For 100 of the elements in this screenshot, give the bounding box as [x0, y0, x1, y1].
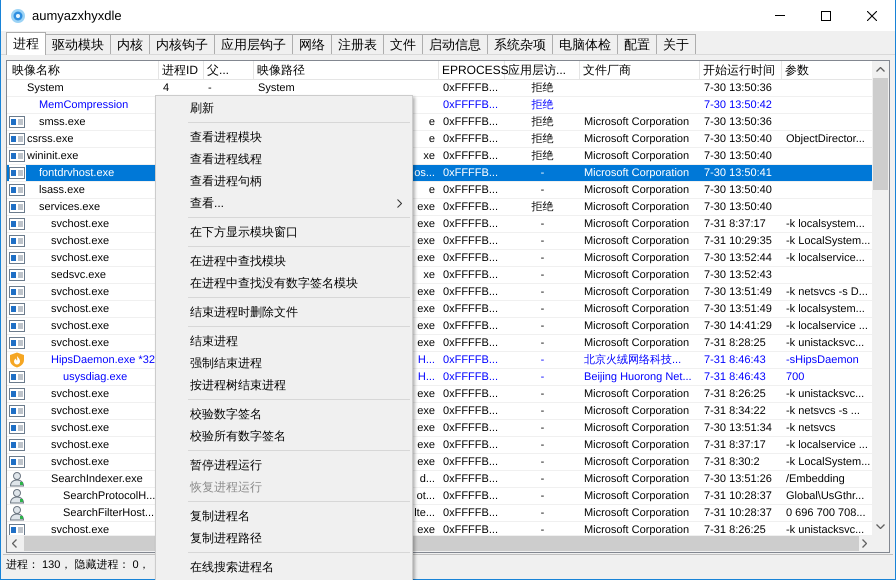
table-cell: 0xFFFFB... [443, 371, 498, 383]
table-cell: 7-31 8:26:25 [704, 524, 766, 535]
table-cell: Beijing Huorong Net... [584, 371, 692, 383]
table-cell: 7-30 13:51:49 [704, 303, 772, 315]
window-icon [9, 404, 25, 418]
window-icon [9, 234, 25, 248]
process-name: svchost.exe [51, 217, 110, 232]
table-cell: - [540, 167, 544, 179]
table-cell: - [540, 252, 544, 264]
column-header[interactable]: 映像名称 [9, 61, 159, 79]
window-icon [9, 421, 25, 435]
table-cell: Microsoft Corporation [584, 269, 690, 281]
process-name: svchost.exe [51, 302, 110, 317]
status-text: 进程： 130， 隐藏进程： 0， [6, 558, 150, 574]
table-cell: 拒绝 [532, 133, 554, 145]
table-cell: 0xFFFFB... [443, 507, 498, 519]
tab[interactable]: 内核 [111, 34, 150, 54]
tab[interactable]: 关于 [657, 34, 696, 54]
table-cell: -k unistacksvc... [786, 524, 864, 535]
table-cell: 7-31 10:28:37 [704, 507, 772, 519]
table-cell-text: e [428, 183, 435, 198]
table-cell: - [540, 507, 544, 519]
table-cell: 7-30 14:41:29 [704, 320, 772, 332]
tab[interactable]: 内核钩子 [150, 34, 215, 54]
tab[interactable]: 驱动模块 [46, 34, 111, 54]
table-cell: 0xFFFFB... [443, 167, 498, 179]
table-cell: -k localservice ... [786, 320, 868, 332]
table-cell: 7-31 8:34:22 [704, 405, 766, 417]
table-cell: Microsoft Corporation [584, 303, 690, 315]
menu-item[interactable]: 复制进程路径 [158, 527, 410, 549]
scrollbar-thumb[interactable] [873, 78, 888, 190]
table-cell-text: exe [417, 234, 435, 249]
table-cell: 0xFFFFB... [443, 439, 498, 451]
column-header[interactable]: 父... [204, 61, 254, 79]
window-icon [9, 200, 25, 214]
table-cell: 7-30 13:52:44 [704, 252, 772, 264]
process-name: sedsvc.exe [51, 268, 106, 283]
menu-item[interactable]: 在线搜索进程名 [158, 556, 410, 578]
table-cell: Microsoft Corporation [584, 184, 690, 196]
table-cell: 7-30 13:50:40 [704, 133, 772, 145]
process-name: svchost.exe [51, 234, 110, 249]
table-cell-text: xe [423, 268, 435, 283]
table-cell-text: exe [417, 302, 435, 317]
table-cell: 0xFFFFB... [443, 286, 498, 298]
table-cell: Microsoft Corporation [584, 218, 690, 230]
tab[interactable]: 系统杂项 [488, 34, 553, 54]
table-cell: Microsoft Corporation [584, 133, 690, 145]
tab[interactable]: 文件 [384, 34, 423, 54]
process-name: System [27, 81, 64, 96]
table-cell: - [540, 303, 544, 315]
tab[interactable]: 网络 [293, 34, 332, 54]
tab[interactable]: 启动信息 [423, 34, 488, 54]
table-cell-text: exe [417, 200, 435, 215]
table-cell: 拒绝 [532, 150, 554, 162]
table-cell: Microsoft Corporation [584, 507, 690, 519]
column-header[interactable]: 开始运行时间 [700, 61, 782, 79]
vertical-scrollbar[interactable] [872, 61, 889, 535]
table-cell: Microsoft Corporation [584, 388, 690, 400]
table-cell: - [540, 337, 544, 349]
table-cell-text: e [428, 132, 435, 147]
table-cell: 7-30 13:50:36 [704, 116, 772, 128]
window-icon [9, 455, 25, 469]
table-cell: System [258, 82, 295, 94]
column-header[interactable]: 进程ID [159, 61, 204, 79]
table-cell: -k LocalSystem... [786, 235, 870, 247]
table-cell: 0xFFFFB... [443, 184, 498, 196]
process-name: SearchFilterHost... [63, 506, 154, 521]
table-cell: Microsoft Corporation [584, 286, 690, 298]
table-cell-text: os... [414, 166, 435, 181]
process-name: SearchIndexer.exe [51, 472, 143, 487]
tab[interactable]: 注册表 [332, 34, 384, 54]
tab[interactable]: 配置 [618, 34, 657, 54]
table-cell-text: exe [417, 336, 435, 351]
table-cell: 7-30 13:51:26 [704, 473, 772, 485]
table-cell: Microsoft Corporation [584, 439, 690, 451]
process-name: svchost.exe [51, 455, 110, 470]
table-cell: - [540, 388, 544, 400]
table-cell: - [540, 184, 544, 196]
user-icon [9, 505, 25, 521]
table-cell: 0xFFFFB... [443, 422, 498, 434]
table-cell: Microsoft Corporation [584, 252, 690, 264]
table-cell: Microsoft Corporation [584, 405, 690, 417]
table-cell: 7-30 13:51:49 [704, 286, 772, 298]
table-cell: Microsoft Corporation [584, 524, 690, 535]
table-cell: 0xFFFFB... [443, 150, 498, 162]
minimize-icon [775, 15, 785, 16]
process-name: HipsDaemon.exe *32 [51, 353, 155, 368]
table-cell: 0xFFFFB... [443, 405, 498, 417]
column-header[interactable]: 文件厂商 [580, 61, 700, 79]
tab[interactable]: 电脑体检 [553, 34, 618, 54]
tab[interactable]: 应用层钩子 [215, 34, 293, 54]
table-cell: 0xFFFFB... [443, 218, 498, 230]
window-icon [9, 115, 25, 129]
table-cell: Microsoft Corporation [584, 235, 690, 247]
table-cell: Microsoft Corporation [584, 456, 690, 468]
table-cell: -k netsvcs -s D... [786, 286, 868, 298]
column-header[interactable]: 映像路径 [254, 61, 439, 79]
process-name: svchost.exe [51, 285, 110, 300]
tab[interactable]: 进程 [6, 32, 46, 55]
process-name: svchost.exe [51, 251, 110, 266]
